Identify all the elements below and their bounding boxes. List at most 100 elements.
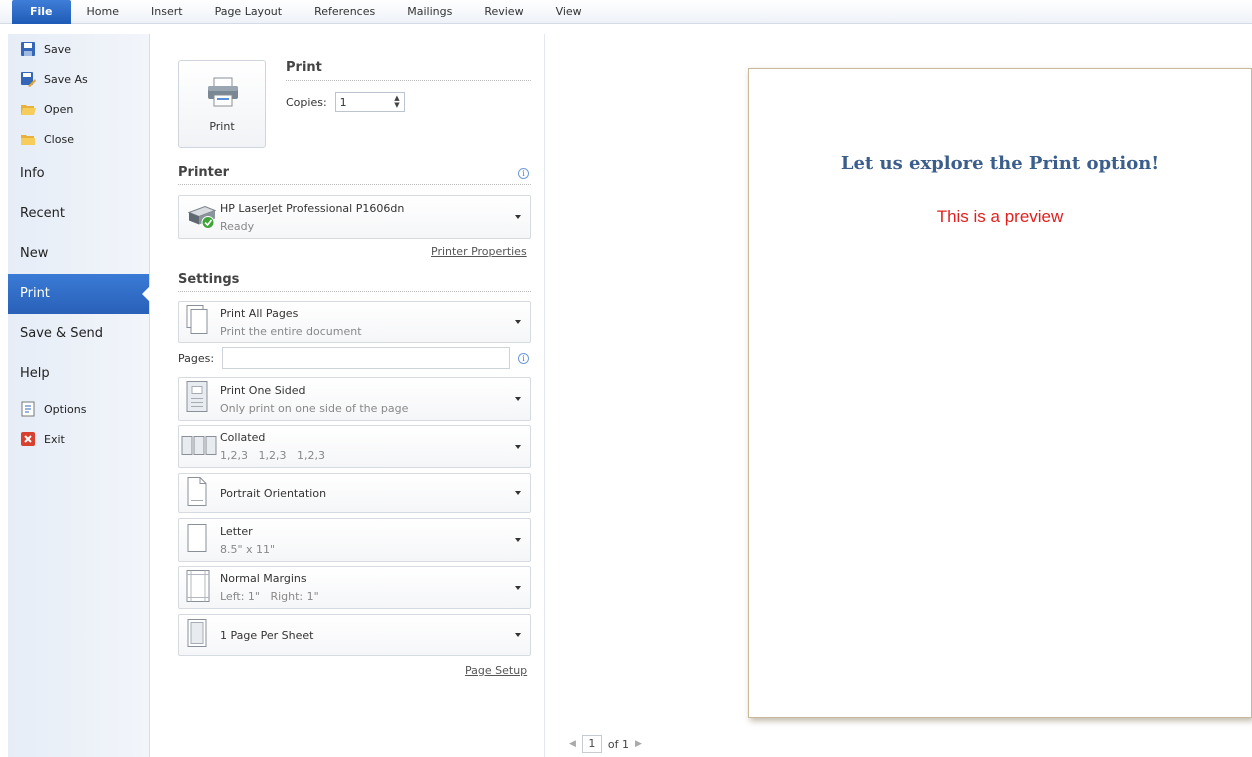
- nav-options[interactable]: Options: [8, 394, 149, 424]
- options-icon: [20, 401, 36, 417]
- chevron-down-icon: [515, 538, 521, 542]
- nav-save[interactable]: Save: [8, 34, 149, 64]
- nav-close[interactable]: Close: [8, 124, 149, 154]
- paper-size-title: Letter: [220, 525, 253, 538]
- chevron-down-icon: [515, 444, 521, 449]
- preview-subtitle: This is a preview: [936, 207, 1064, 226]
- pages-input[interactable]: [222, 347, 511, 369]
- print-heading-divider: [286, 80, 531, 81]
- chevron-down-icon: [515, 215, 521, 219]
- exit-icon: [20, 431, 36, 447]
- sides-subtitle: Only print on one side of the page: [220, 402, 409, 415]
- nav-open[interactable]: Open: [8, 94, 149, 124]
- previous-page-icon[interactable]: ◀: [569, 739, 576, 749]
- margins-dropdown[interactable]: Normal Margins Left: 1" Right: 1": [178, 566, 531, 609]
- collation-title: Collated: [220, 431, 266, 444]
- tab-references[interactable]: References: [298, 0, 391, 24]
- print-button-label: Print: [209, 120, 235, 133]
- printer-ready-icon: [185, 201, 217, 234]
- nav-info[interactable]: Info: [8, 154, 149, 194]
- pages-label: Pages:: [178, 351, 215, 365]
- settings-heading: Settings: [178, 272, 240, 287]
- pages-per-sheet-dropdown[interactable]: 1 Page Per Sheet: [178, 614, 531, 656]
- sides-title: Print One Sided: [220, 384, 306, 397]
- printer-status: Ready: [220, 220, 255, 233]
- nav-new[interactable]: New: [8, 234, 149, 274]
- print-button[interactable]: Print: [178, 60, 266, 148]
- margins-title: Normal Margins: [220, 572, 307, 585]
- printer-info-icon[interactable]: i: [518, 168, 529, 179]
- nav-close-label: Close: [44, 132, 74, 146]
- save-icon: [20, 41, 36, 57]
- margins-subtitle: Left: 1" Right: 1": [220, 590, 319, 603]
- chevron-down-icon: [515, 320, 521, 324]
- chevron-down-icon: [515, 633, 521, 637]
- printer-heading: Printer: [178, 165, 230, 180]
- print-settings-panel: Print Print Copies: 1 ▲ ▼ Printer i HP La…: [150, 34, 545, 757]
- portrait-page-icon: [185, 477, 209, 510]
- nav-print[interactable]: Print: [8, 274, 150, 314]
- page-count: of 1: [607, 737, 630, 751]
- save-as-icon: [20, 71, 36, 87]
- nav-save-label: Save: [44, 42, 72, 56]
- nav-recent[interactable]: Recent: [8, 194, 149, 234]
- open-folder-icon: [20, 101, 36, 117]
- current-page-input[interactable]: 1: [581, 735, 602, 753]
- sides-dropdown[interactable]: Print One Sided Only print on one side o…: [178, 377, 531, 421]
- pages-stack-icon: [185, 305, 209, 340]
- paper-size-subtitle: 8.5" x 11": [220, 543, 276, 556]
- printer-properties-link[interactable]: Printer Properties: [431, 245, 527, 258]
- margins-icon: [185, 569, 211, 606]
- pages-per-sheet-title: 1 Page Per Sheet: [220, 629, 314, 642]
- next-page-icon[interactable]: ▶: [635, 739, 642, 749]
- nav-save-as-label: Save As: [44, 72, 88, 86]
- pages-row: Pages:: [178, 347, 531, 369]
- collation-subtitle: 1,2,3 1,2,3 1,2,3: [220, 449, 325, 462]
- orientation-dropdown[interactable]: Portrait Orientation: [178, 473, 531, 513]
- orientation-title: Portrait Orientation: [220, 487, 327, 500]
- print-heading: Print: [286, 60, 322, 75]
- nav-save-send[interactable]: Save & Send: [8, 314, 149, 354]
- tab-insert[interactable]: Insert: [135, 0, 199, 24]
- chevron-down-icon: [515, 491, 521, 495]
- tab-view[interactable]: View: [540, 0, 598, 24]
- settings-divider: [178, 291, 531, 292]
- printer-name: HP LaserJet Professional P1606dn: [220, 202, 405, 215]
- nav-open-label: Open: [44, 102, 74, 116]
- pages-info-icon[interactable]: i: [518, 353, 529, 364]
- preview-title: Let us explore the Print option!: [840, 153, 1160, 174]
- one-sided-page-icon: [185, 381, 211, 418]
- tab-mailings[interactable]: Mailings: [391, 0, 468, 24]
- close-folder-icon: [20, 131, 36, 147]
- print-preview-page: Let us explore the Print option! This is…: [748, 68, 1252, 718]
- copies-label: Copies:: [286, 95, 327, 109]
- chevron-down-icon: [515, 397, 521, 401]
- page-navigator: ◀ 1 of 1 ▶: [563, 735, 648, 753]
- printer-icon: [208, 77, 238, 107]
- spin-arrows-icon[interactable]: ▲ ▼: [394, 95, 399, 109]
- chevron-down-icon: [515, 585, 521, 590]
- collation-dropdown[interactable]: Collated 1,2,3 1,2,3 1,2,3: [178, 425, 531, 468]
- copies-value: 1: [339, 95, 347, 109]
- nav-exit[interactable]: Exit: [8, 424, 149, 454]
- tab-home[interactable]: Home: [71, 0, 135, 24]
- nav-options-label: Options: [44, 402, 87, 416]
- ribbon-tab-strip: File Home Insert Page Layout References …: [0, 0, 1252, 24]
- nav-exit-label: Exit: [44, 432, 65, 446]
- tab-file[interactable]: File: [12, 0, 71, 24]
- tab-review[interactable]: Review: [468, 0, 539, 24]
- print-range-subtitle: Print the entire document: [220, 325, 362, 338]
- paper-size-dropdown[interactable]: Letter 8.5" x 11": [178, 518, 531, 562]
- copies-stepper[interactable]: 1 ▲ ▼: [334, 92, 405, 112]
- one-page-per-sheet-icon: [185, 619, 209, 652]
- copies-row: Copies: 1 ▲ ▼: [286, 92, 405, 112]
- tab-page-layout[interactable]: Page Layout: [199, 0, 299, 24]
- collated-icon: [181, 432, 219, 461]
- paper-size-icon: [185, 524, 209, 557]
- nav-save-as[interactable]: Save As: [8, 64, 149, 94]
- print-range-dropdown[interactable]: Print All Pages Print the entire documen…: [178, 301, 531, 343]
- nav-help[interactable]: Help: [8, 354, 149, 394]
- backstage-nav: Save Save As Open Close Info Recent New …: [8, 34, 150, 757]
- printer-dropdown[interactable]: HP LaserJet Professional P1606dn Ready: [178, 195, 531, 239]
- page-setup-link[interactable]: Page Setup: [465, 664, 527, 677]
